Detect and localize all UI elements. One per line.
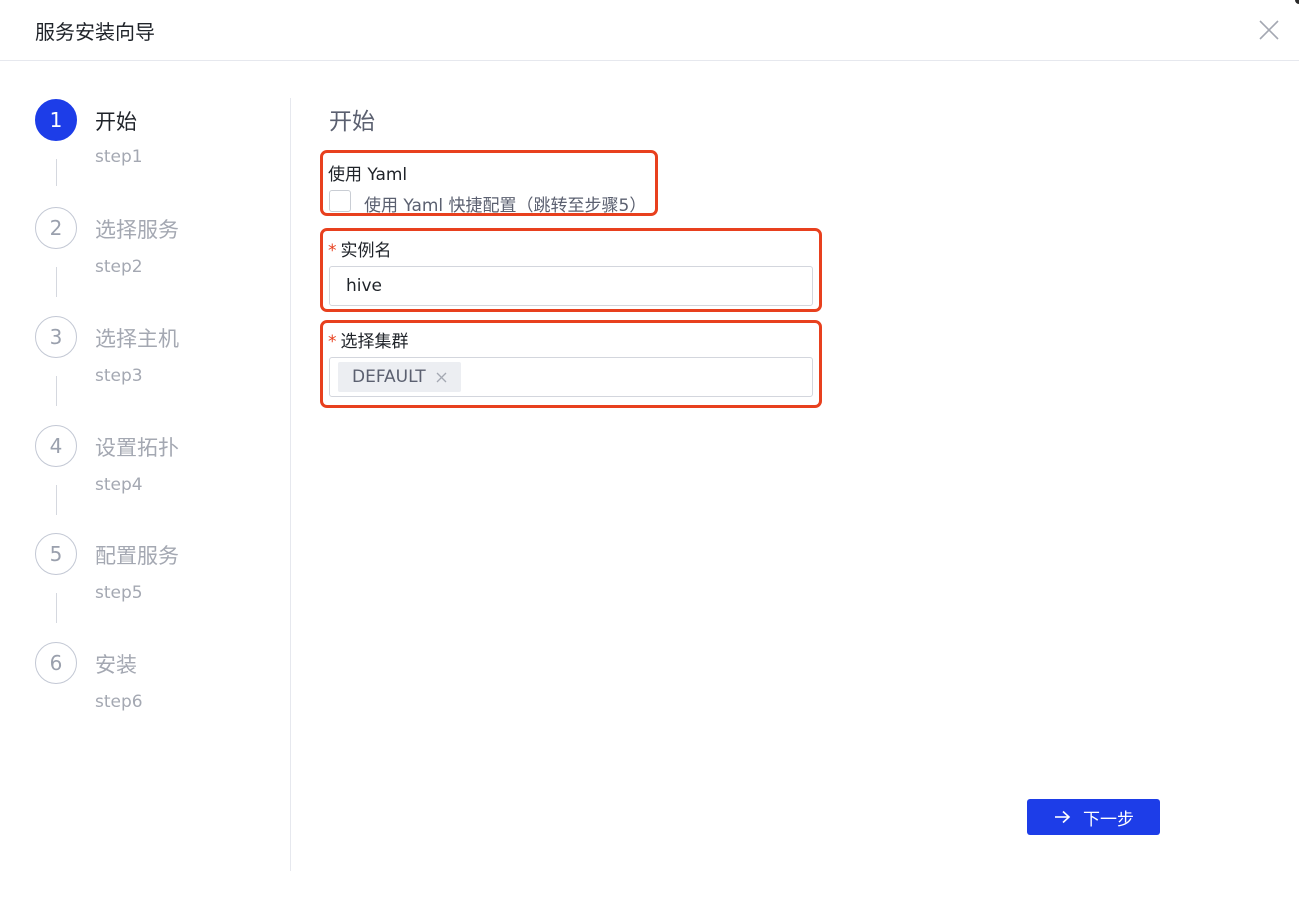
step-title: 配置服务	[95, 544, 179, 568]
step-connector	[56, 267, 57, 297]
step-connector	[56, 485, 57, 515]
instance-name-input[interactable]: hive	[329, 266, 813, 306]
step-6[interactable]: 6 安装 step6	[35, 642, 275, 732]
step-number: 2	[35, 207, 77, 249]
step-title: 开始	[95, 110, 137, 134]
step-title: 安装	[95, 653, 137, 677]
required-mark: *	[328, 332, 337, 352]
next-step-label: 下一步	[1083, 809, 1134, 830]
step-3[interactable]: 3 选择主机 step3	[35, 316, 275, 406]
step-title: 设置拓扑	[95, 436, 179, 460]
required-mark: *	[328, 241, 337, 261]
window-corner	[1295, 0, 1299, 4]
step-number: 5	[35, 533, 77, 575]
next-step-button[interactable]: 下一步	[1027, 799, 1160, 835]
step-connector	[56, 159, 57, 186]
step-2[interactable]: 2 选择服务 step2	[35, 207, 275, 297]
step-title: 选择主机	[95, 327, 179, 351]
dialog-title: 服务安装向导	[35, 20, 155, 44]
step-subtitle: step3	[95, 366, 143, 386]
step-1[interactable]: 1 开始 step1	[35, 99, 275, 189]
section-title: 开始	[329, 109, 375, 135]
step-subtitle: step1	[95, 147, 143, 167]
cluster-select[interactable]: DEFAULT	[329, 357, 813, 397]
close-icon[interactable]	[1256, 17, 1282, 43]
step-title: 选择服务	[95, 218, 179, 242]
step-number: 1	[35, 99, 77, 141]
step-number: 4	[35, 425, 77, 467]
yaml-checkbox[interactable]	[329, 190, 351, 212]
yaml-label: 使用 Yaml	[328, 165, 408, 185]
step-number: 3	[35, 316, 77, 358]
cluster-tag: DEFAULT	[338, 362, 461, 392]
step-connector	[56, 376, 57, 406]
cluster-tag-label: DEFAULT	[352, 367, 426, 387]
step-5[interactable]: 5 配置服务 step5	[35, 533, 275, 623]
instance-label-text: 实例名	[340, 241, 392, 261]
instance-label: * 实例名	[328, 236, 392, 261]
cluster-label-text: 选择集群	[340, 332, 409, 352]
step-connector	[56, 593, 57, 623]
steps-sidebar: 1 开始 step1 2 选择服务 step2 3 选择主机 step3 4 设…	[0, 62, 290, 903]
arrow-right-icon	[1053, 810, 1071, 824]
tag-close-icon[interactable]	[436, 368, 447, 387]
step-number: 6	[35, 642, 77, 684]
dialog-header: 服务安装向导	[0, 0, 1299, 61]
yaml-checkbox-label[interactable]: 使用 Yaml 快捷配置（跳转至步骤5）	[364, 191, 646, 216]
step-subtitle: step5	[95, 583, 143, 603]
step-subtitle: step6	[95, 692, 143, 712]
step-4[interactable]: 4 设置拓扑 step4	[35, 425, 275, 515]
vertical-divider	[290, 98, 291, 871]
step-subtitle: step4	[95, 475, 143, 495]
step-subtitle: step2	[95, 257, 143, 277]
cluster-label: * 选择集群	[328, 327, 409, 352]
